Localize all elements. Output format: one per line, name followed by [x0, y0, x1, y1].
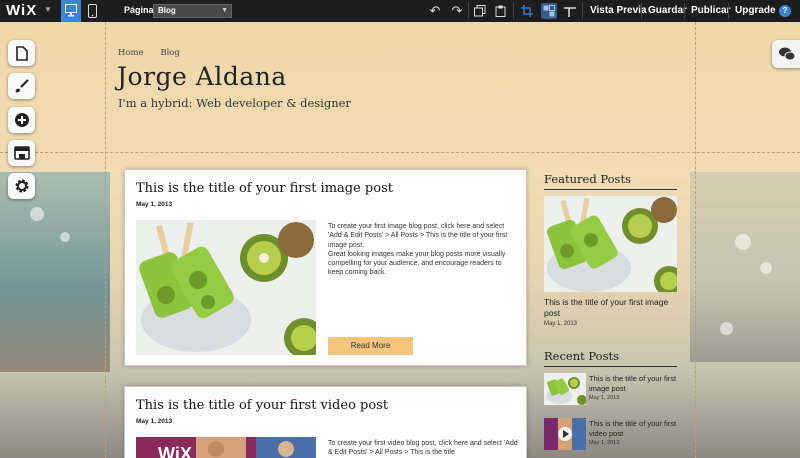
recent-post-title[interactable]: This is the title of your first image po…	[589, 374, 679, 393]
add-icon	[14, 113, 29, 127]
right-guide-line	[695, 22, 696, 458]
recent-posts-heading[interactable]: Recent Posts	[544, 349, 677, 367]
mobile-view-button[interactable]	[84, 0, 102, 22]
wix-menu-chevron-icon[interactable]: ▼	[44, 5, 52, 14]
featured-post-date: May 1, 2013	[544, 321, 578, 327]
background-sea-left	[0, 172, 110, 372]
bokeh-light	[30, 207, 44, 221]
design-button[interactable]	[8, 73, 35, 99]
undo-icon[interactable]: ↶	[427, 3, 443, 19]
wix-logo[interactable]: WiX	[6, 2, 37, 19]
chat-button[interactable]	[772, 40, 800, 68]
paste-icon[interactable]	[493, 3, 509, 19]
toolbar-divider	[684, 3, 685, 19]
read-more-button[interactable]: Read More	[328, 337, 413, 355]
toolbar-divider	[728, 3, 729, 19]
featured-post-title[interactable]: This is the title of your first image po…	[544, 297, 684, 319]
post-image[interactable]	[136, 220, 316, 355]
page-select[interactable]: Blog ▼	[153, 4, 232, 18]
post-excerpt[interactable]: To create your first image blog post, cl…	[328, 222, 518, 278]
post-date: May 1, 2013	[136, 418, 173, 425]
breadcrumb-blog[interactable]: Blog	[160, 48, 180, 58]
preview-button[interactable]: Vista Previa	[590, 5, 647, 16]
post-excerpt[interactable]: To create your first video blog post, cl…	[328, 439, 518, 458]
toolbar-divider	[641, 3, 642, 19]
video-wix-logo: WiX	[158, 444, 192, 458]
recent-post-thumbnail[interactable]	[544, 373, 586, 405]
layout-grid-icon[interactable]	[541, 3, 557, 19]
page-label: Página	[124, 5, 154, 15]
toolbar-divider	[582, 3, 583, 19]
toolbar-divider	[468, 3, 469, 19]
bokeh-light	[735, 234, 751, 250]
desktop-view-button[interactable]	[61, 0, 81, 22]
breadcrumb-home[interactable]: Home	[118, 48, 144, 58]
recent-post-item[interactable]: This is the title of your first image po…	[544, 373, 677, 407]
recent-post-date: May 1, 2013	[589, 395, 620, 401]
blog-post-video[interactable]: This is the title of your first video po…	[124, 386, 527, 458]
post-title[interactable]: This is the title of your first video po…	[136, 398, 388, 413]
recent-post-title[interactable]: This is the title of your first video po…	[589, 419, 679, 438]
toolbar-divider	[513, 3, 514, 19]
settings-gear-icon	[15, 179, 28, 193]
header-guide-line	[0, 152, 800, 153]
pages-button[interactable]	[8, 40, 35, 66]
help-button[interactable]: ?	[779, 5, 791, 17]
bokeh-light	[720, 322, 733, 335]
publish-button[interactable]: Publicar	[691, 5, 730, 16]
pages-icon	[15, 45, 28, 61]
post-video-thumbnail[interactable]: WiX	[136, 437, 316, 458]
copy-icon[interactable]	[472, 3, 488, 19]
featured-post-image[interactable]	[544, 196, 677, 292]
bokeh-light	[60, 232, 70, 242]
page-select-value: Blog	[158, 6, 176, 15]
breadcrumb: Home Blog	[118, 48, 194, 58]
save-button[interactable]: Guardar	[648, 5, 687, 16]
recent-post-item[interactable]: This is the title of your first video po…	[544, 418, 677, 452]
chat-bubbles-icon	[779, 47, 796, 61]
upgrade-button[interactable]: Upgrade	[735, 5, 776, 16]
recent-post-thumbnail[interactable]	[544, 418, 586, 450]
redo-icon[interactable]: ↷	[449, 3, 465, 19]
settings-button[interactable]	[8, 173, 35, 199]
editor-toolbar: WiX ▼ Página Blog ▼ ↶ ↷ Vista Previa Gua…	[0, 0, 800, 22]
desktop-monitor-icon	[65, 4, 77, 17]
app-market-button[interactable]	[8, 140, 35, 166]
post-date: May 1, 2013	[136, 201, 173, 208]
bokeh-light	[760, 262, 772, 274]
blog-post-image[interactable]: This is the title of your first image po…	[124, 169, 527, 366]
featured-posts-heading[interactable]: Featured Posts	[544, 172, 677, 190]
chevron-down-icon: ▼	[221, 7, 228, 14]
app-market-icon	[13, 146, 30, 160]
background-sea-right	[690, 172, 800, 362]
site-subtitle[interactable]: I'm a hybrid: Web developer & designer	[118, 96, 351, 110]
crop-icon[interactable]	[519, 3, 535, 19]
left-guide-line	[105, 22, 106, 458]
add-button[interactable]	[8, 107, 35, 133]
site-title[interactable]: Jorge Aldana	[117, 62, 287, 91]
ruler-guides-icon[interactable]	[562, 3, 578, 19]
mobile-phone-icon	[88, 4, 97, 18]
design-brush-icon	[15, 79, 29, 93]
recent-post-date: May 1, 2013	[589, 440, 620, 446]
post-title[interactable]: This is the title of your first image po…	[136, 181, 393, 196]
